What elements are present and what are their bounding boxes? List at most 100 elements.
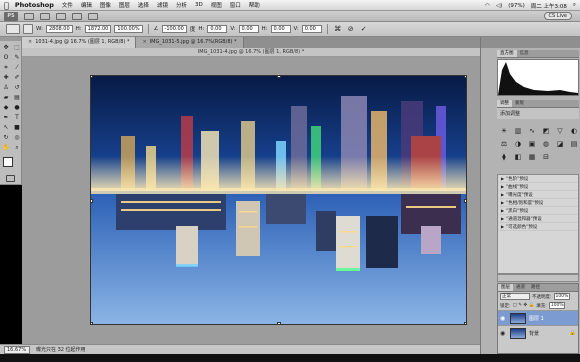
blur-tool-icon[interactable]: ◆ — [1, 103, 11, 112]
vibrance-icon[interactable]: ▽ — [555, 127, 565, 136]
eraser-tool-icon[interactable]: ▰ — [1, 93, 11, 102]
tab-channels[interactable]: 通道 — [513, 284, 528, 291]
lock-icons[interactable]: ▢ ✎ ✥ 🔒 — [513, 303, 535, 308]
clone-stamp-icon[interactable]: ♙ — [1, 83, 11, 92]
channel-mixer-icon[interactable]: ◍ — [541, 140, 551, 149]
mask-icon[interactable]: ⊟ — [541, 153, 551, 162]
fill-field[interactable]: 100% — [548, 302, 565, 309]
preset-channel-mixer[interactable]: ▶ "通道混和器"预设 — [498, 215, 578, 223]
hue-saturation-icon[interactable]: ◐ — [569, 127, 579, 136]
width-field[interactable]: 2808.00 — [45, 25, 73, 33]
lasso-tool-icon[interactable]: ʘ — [1, 53, 11, 62]
skew-v-field[interactable]: 0.00 — [238, 25, 259, 33]
posterize-icon[interactable]: ▤ — [569, 140, 579, 149]
close-tab-icon[interactable]: × — [142, 37, 146, 48]
3d-camera-icon[interactable]: ◎ — [12, 133, 22, 142]
transform-handle[interactable] — [277, 76, 281, 78]
shape-tool-icon[interactable]: ■ — [12, 123, 22, 132]
3d-rotate-icon[interactable]: ↻ — [1, 133, 11, 142]
angle-field[interactable]: -100.00 — [161, 25, 187, 33]
warp-mode-icon[interactable]: ⌘ — [333, 24, 343, 34]
layer-row-background[interactable]: ◉ 背景 🔒 — [498, 325, 578, 340]
menu-analysis[interactable]: 分析 — [176, 1, 187, 9]
zoom-level-icon[interactable] — [56, 12, 66, 20]
zoom-level-field[interactable]: 16.67% — [4, 345, 30, 354]
menu-layer[interactable]: 图层 — [119, 1, 130, 9]
hand-tool-icon[interactable]: ✋ — [1, 143, 11, 152]
doc-tab-1031-5[interactable]: × IMG_1031-5.jpg @ 16.7%(RGB/8) * — [136, 37, 244, 48]
photo-filter-icon[interactable]: ▣ — [527, 140, 537, 149]
brush-tool-icon[interactable]: ✐ — [12, 73, 22, 82]
marquee-tool-icon[interactable]: ⬚ — [12, 43, 22, 52]
image-canvas[interactable] — [90, 75, 467, 325]
transform-handle[interactable] — [464, 199, 466, 203]
eyedropper-tool-icon[interactable]: ⁄ — [12, 63, 22, 72]
menu-window[interactable]: 窗口 — [230, 1, 241, 9]
doc-tab-1031-4[interactable]: × 1031-4.jpg @ 16.7% (图层 1, RGB/8) * — [22, 37, 137, 48]
menu-edit[interactable]: 编辑 — [81, 1, 92, 9]
type-tool-icon[interactable]: T — [12, 113, 22, 122]
spotlight-icon[interactable]: ⌕ — [573, 2, 576, 9]
menu-view[interactable]: 视图 — [211, 1, 222, 9]
height-field[interactable]: 1872.00 — [84, 25, 112, 33]
commit-transform-button[interactable]: ✓ — [359, 24, 369, 34]
v2-field[interactable]: 0.00 — [301, 25, 322, 33]
gradient-map-icon[interactable]: ◧ — [513, 153, 523, 162]
launch-bridge-icon[interactable] — [24, 12, 34, 20]
preset-hue-saturation[interactable]: ▶ "色相/饱和度"预设 — [498, 199, 578, 207]
tab-info[interactable]: 信息 — [517, 50, 532, 57]
wifi-icon[interactable]: ◠ — [485, 3, 490, 9]
tab-layers[interactable]: 图层 — [498, 284, 513, 291]
preset-selective-color[interactable]: ▶ "可选颜色"预设 — [498, 223, 578, 231]
menu-3d[interactable]: 3D — [195, 2, 203, 8]
h2-field[interactable]: 0.00 — [270, 25, 291, 33]
levels-icon[interactable]: ▥ — [513, 127, 523, 136]
history-brush-icon[interactable]: ↺ — [12, 83, 22, 92]
threshold-icon[interactable]: ⧫ — [499, 153, 509, 162]
transform-handle[interactable] — [91, 322, 93, 324]
menu-filter[interactable]: 滤镜 — [157, 1, 168, 9]
brightness-icon[interactable]: ☀ — [499, 127, 509, 136]
foreground-color-swatch[interactable] — [3, 157, 13, 167]
menu-help[interactable]: 帮助 — [249, 1, 260, 9]
app-menu-photoshop[interactable]: Photoshop — [15, 1, 54, 9]
transform-handle[interactable] — [91, 76, 93, 78]
scale-field[interactable]: 100.00% — [114, 25, 143, 33]
exposure-icon[interactable]: ◩ — [541, 127, 551, 136]
tab-adjustments[interactable]: 调整 — [497, 100, 512, 107]
layer-row-1[interactable]: ◉ 图层 1 — [498, 310, 578, 325]
transform-handle[interactable] — [464, 322, 466, 324]
visibility-eye-icon[interactable]: ◉ — [500, 330, 507, 337]
quick-select-tool-icon[interactable]: ✎ — [12, 53, 22, 62]
transform-handle[interactable] — [464, 76, 466, 78]
crop-tool-icon[interactable]: ⌗ — [1, 63, 11, 72]
preset-levels[interactable]: ▶ "色阶"预设 — [498, 175, 578, 183]
menu-image[interactable]: 图像 — [100, 1, 111, 9]
tab-histogram[interactable]: 直方图 — [497, 50, 517, 57]
selective-color-icon[interactable]: ▦ — [527, 153, 537, 162]
cancel-transform-button[interactable]: ⊘ — [346, 24, 356, 34]
preset-exposure[interactable]: ▶ "曝光度"预设 — [498, 191, 578, 199]
invert-icon[interactable]: ◪ — [555, 140, 565, 149]
arrange-documents-icon[interactable] — [72, 12, 82, 20]
reference-point-icon[interactable] — [23, 24, 33, 34]
tab-paths[interactable]: 路径 — [528, 284, 543, 291]
transform-handle[interactable] — [277, 322, 281, 324]
curves-icon[interactable]: ∿ — [527, 127, 537, 136]
gradient-tool-icon[interactable]: ▤ — [12, 93, 22, 102]
opacity-field[interactable]: 100% — [553, 293, 570, 300]
cs-live-button[interactable]: CS Live — [543, 12, 572, 20]
blend-mode-select[interactable]: 正常 — [500, 293, 530, 300]
path-select-icon[interactable]: ↖ — [1, 123, 11, 132]
skew-h-field[interactable]: 0.00 — [207, 25, 228, 33]
volume-icon[interactable]: ◁) — [496, 3, 502, 9]
view-extras-icon[interactable] — [40, 12, 50, 20]
dodge-tool-icon[interactable]: ● — [12, 103, 22, 112]
zoom-tool-icon[interactable]: ⌕ — [12, 143, 22, 152]
color-balance-icon[interactable]: ⚖ — [499, 140, 509, 149]
battery-status[interactable]: (97%) — [508, 3, 525, 9]
preset-black-white[interactable]: ▶ "黑白"预设 — [498, 207, 578, 215]
move-tool-icon[interactable]: ✥ — [1, 43, 11, 52]
pen-tool-icon[interactable]: ✒ — [1, 113, 11, 122]
tool-preset-icon[interactable] — [6, 24, 20, 34]
